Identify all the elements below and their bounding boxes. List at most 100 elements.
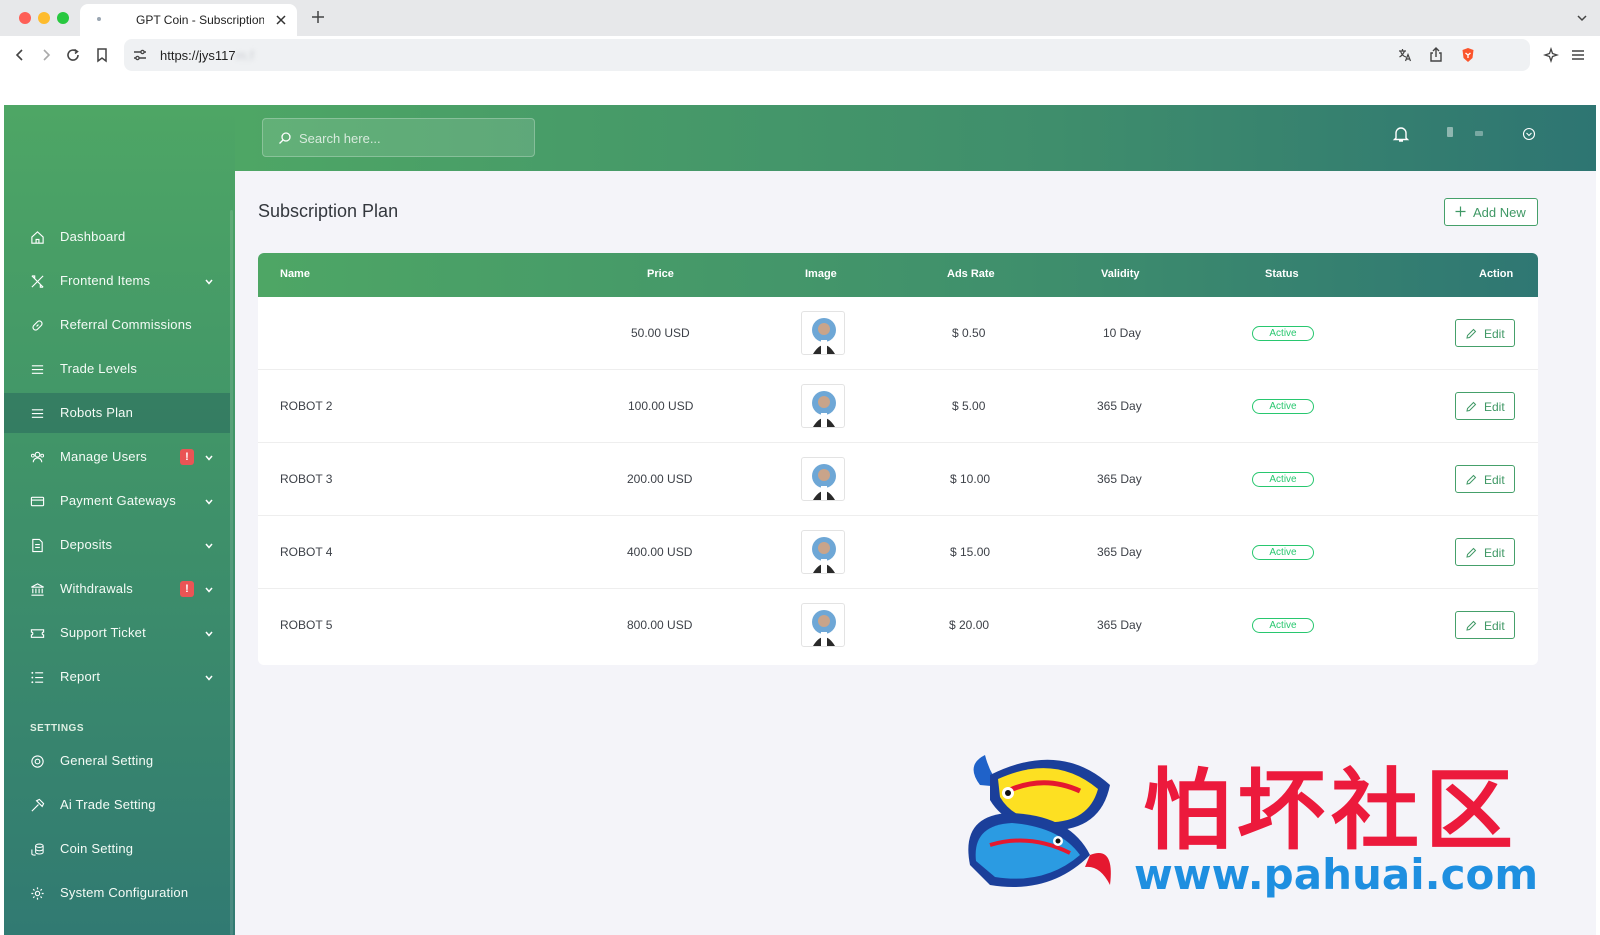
plan-ads-rate: $ 15.00 — [950, 545, 991, 559]
status-badge: Active — [1252, 399, 1314, 414]
coins-icon — [31, 843, 44, 856]
new-tab-icon[interactable] — [311, 10, 325, 24]
back-icon[interactable] — [12, 47, 28, 63]
plan-name: ROBOT 4 — [280, 545, 333, 559]
bell-icon[interactable] — [1392, 125, 1410, 143]
edit-label: Edit — [1484, 473, 1505, 487]
sidebar-item-trade-levels[interactable]: Trade Levels — [4, 349, 235, 389]
username-placeholder[interactable] — [1475, 131, 1483, 136]
pencil-icon — [1466, 547, 1477, 558]
sidebar-item-manage-users[interactable]: Manage Users ! — [4, 437, 235, 477]
sidebar-item-support-ticket[interactable]: Support Ticket — [4, 613, 235, 653]
site-settings-icon[interactable] — [132, 47, 148, 63]
deposit-icon — [32, 538, 43, 553]
search-box[interactable] — [262, 118, 535, 157]
sidebar-item-general-setting[interactable]: General Setting — [4, 741, 235, 781]
sidebar-item-referral-commissions[interactable]: Referral Commissions — [4, 305, 235, 345]
credit-card-icon — [30, 496, 45, 507]
column-header-price: Price — [647, 268, 674, 280]
status-badge: Active — [1252, 326, 1314, 341]
avatar-icon[interactable] — [1447, 127, 1453, 137]
alert-badge: ! — [180, 581, 194, 597]
add-new-button[interactable]: Add New — [1444, 198, 1538, 226]
plan-price: 100.00 USD — [628, 399, 694, 413]
column-header-validity: Validity — [1101, 268, 1140, 280]
sidebar-item-robots-plan[interactable]: Robots Plan — [4, 393, 230, 433]
close-icon[interactable] — [274, 13, 288, 27]
sidebar-item-dashboard[interactable]: Dashboard — [4, 217, 235, 257]
sidebar-item-withdrawals[interactable]: Withdrawals ! — [4, 569, 235, 609]
bookmark-icon[interactable] — [94, 47, 110, 63]
sidebar-item-label: Support Ticket — [60, 625, 146, 640]
url-text: https://jys117m.f — [160, 48, 254, 63]
tab-title: GPT Coin - Subscription — [136, 13, 264, 27]
chevron-circle-down-icon[interactable] — [1522, 127, 1536, 141]
status-badge: Active — [1252, 472, 1314, 487]
menu-icon[interactable] — [1570, 47, 1586, 63]
plan-image — [801, 384, 845, 428]
plan-ads-rate: $ 20.00 — [949, 618, 990, 632]
pencil-icon — [1466, 620, 1477, 631]
sidebar-item-label: Ai Trade Setting — [60, 797, 156, 812]
sidebar-item-system-configuration[interactable]: System Configuration — [4, 873, 235, 913]
tools-icon — [31, 275, 44, 288]
bank-icon — [31, 583, 44, 596]
chevron-down-icon — [205, 587, 213, 593]
sidebar-item-label: Deposits — [60, 537, 113, 552]
chevron-down-icon — [205, 543, 213, 549]
sidebar-item-ai-trade-setting[interactable]: Ai Trade Setting — [4, 785, 235, 825]
table-header: Name Price Image Ads Rate Validity Statu… — [258, 253, 1538, 297]
window-zoom-button[interactable] — [57, 12, 69, 24]
home-icon — [31, 231, 44, 244]
pencil-icon — [1466, 474, 1477, 485]
sidebar-item-label: Dashboard — [60, 229, 126, 244]
sidebar-item-frontend-items[interactable]: Frontend Items — [4, 261, 235, 301]
brave-shield-icon[interactable] — [1460, 47, 1476, 63]
edit-button[interactable]: Edit — [1455, 611, 1515, 639]
subscription-table: Name Price Image Ads Rate Validity Statu… — [258, 253, 1538, 665]
reload-icon[interactable] — [65, 47, 81, 63]
sidebar-item-label: Withdrawals — [60, 581, 133, 596]
sidebar-item-coin-setting[interactable]: Coin Setting — [4, 829, 235, 869]
edit-button[interactable]: Edit — [1455, 538, 1515, 566]
chevron-down-icon — [205, 455, 213, 461]
window-close-button[interactable] — [19, 12, 31, 24]
users-icon — [30, 451, 45, 463]
alert-badge: ! — [180, 449, 194, 465]
page-title: Subscription Plan — [258, 201, 399, 221]
lifebuoy-icon — [31, 755, 44, 768]
edit-button[interactable]: Edit — [1455, 465, 1515, 493]
add-new-label: Add New — [1473, 205, 1526, 220]
sidebar-item-report[interactable]: Report — [4, 657, 235, 697]
edit-label: Edit — [1484, 327, 1505, 341]
share-icon[interactable] — [1428, 47, 1444, 63]
watermark-title: 怕坏社区 — [1143, 759, 1520, 862]
search-input[interactable] — [299, 128, 519, 148]
link-icon — [32, 320, 43, 331]
column-header-status: Status — [1265, 268, 1299, 280]
table-row: ROBOT 3 200.00 USD $ 10.00 365 Day Activ… — [258, 443, 1538, 516]
settings-section-heading: SETTINGS — [30, 723, 85, 734]
sidebar-item-deposits[interactable]: Deposits — [4, 525, 235, 565]
plan-image — [801, 530, 845, 574]
address-bar[interactable]: https://jys117m.f — [124, 39, 1530, 71]
list-icon — [31, 409, 44, 418]
column-header-action: Action — [1479, 268, 1514, 280]
pencil-icon — [1466, 328, 1477, 339]
table-row: ROBOT 4 400.00 USD $ 15.00 365 Day Activ… — [258, 516, 1538, 589]
sidebar-item-payment-gateways[interactable]: Payment Gateways — [4, 481, 235, 521]
translate-icon[interactable] — [1397, 47, 1413, 63]
plan-name: ROBOT 2 — [280, 399, 333, 413]
sidebar-item-label: Report — [60, 669, 101, 684]
leo-ai-icon[interactable] — [1543, 47, 1559, 63]
chevron-down-icon[interactable] — [1576, 12, 1588, 24]
sidebar-item-label: Trade Levels — [60, 361, 138, 376]
browser-tab-bar: GPT Coin - Subscription — [0, 0, 1600, 36]
edit-button[interactable]: Edit — [1455, 392, 1515, 420]
edit-button[interactable]: Edit — [1455, 319, 1515, 347]
table-row: 50.00 USD $ 0.50 10 Day Active Edit — [258, 297, 1538, 370]
hammer-icon — [31, 798, 45, 812]
browser-tab-active[interactable]: GPT Coin - Subscription — [80, 4, 297, 36]
window-minimize-button[interactable] — [38, 12, 50, 24]
forward-icon[interactable] — [38, 47, 54, 63]
